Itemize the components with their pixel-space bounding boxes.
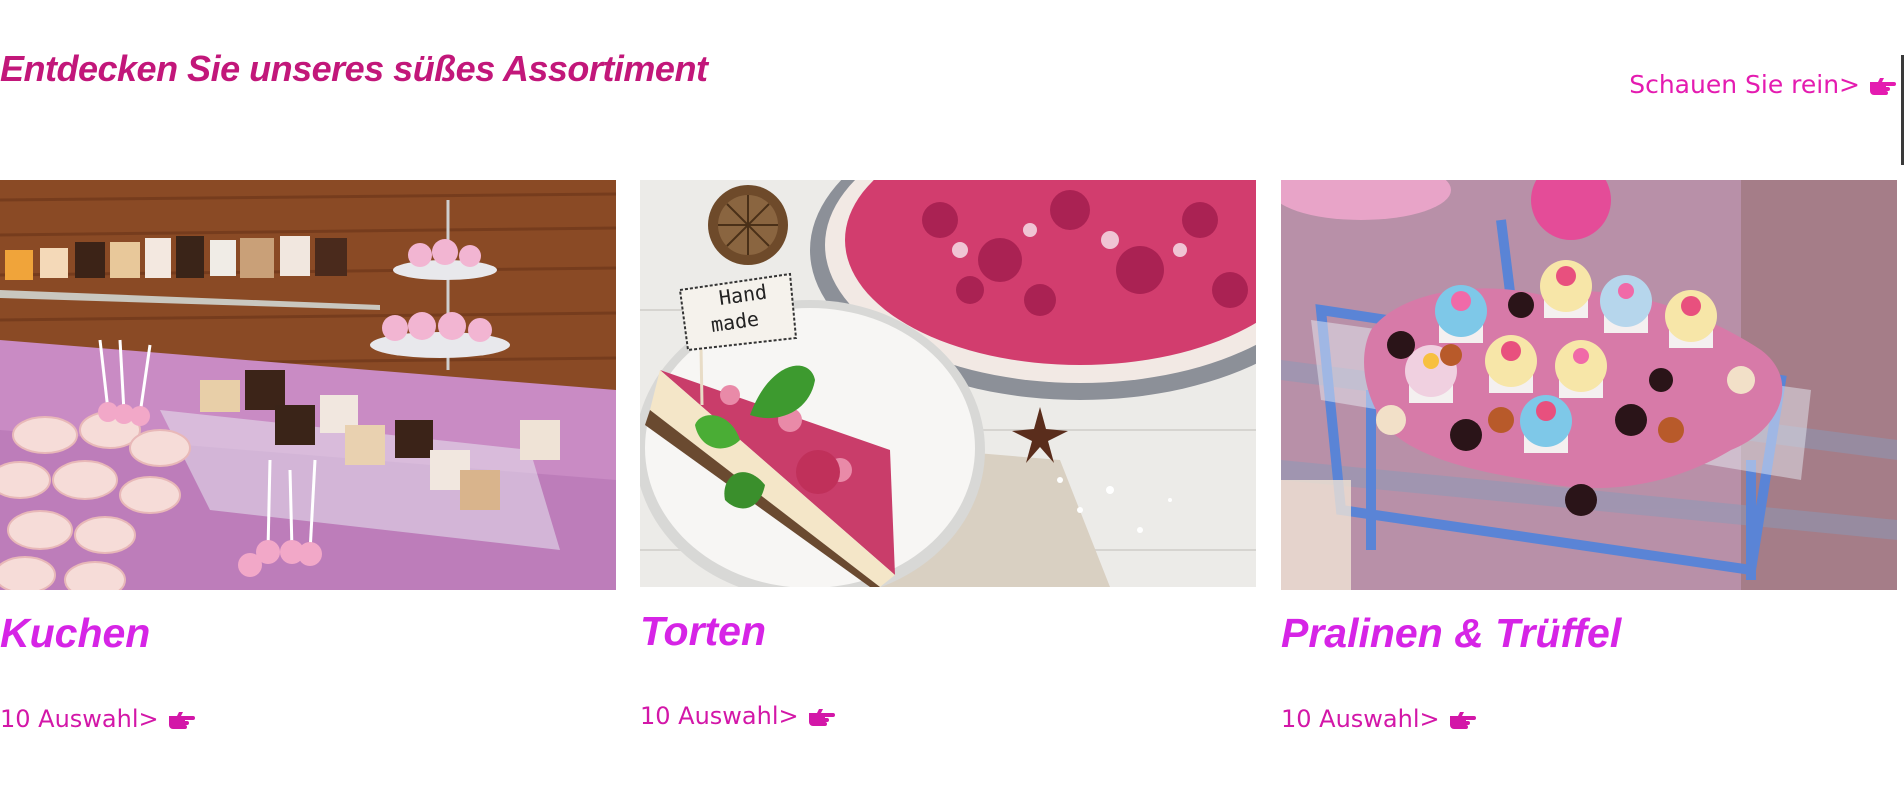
- cupcakes-truffles-image[interactable]: [1281, 180, 1897, 590]
- section-title: Entdecken Sie unseres süßes Assortiment: [0, 48, 708, 89]
- hand-pointing-right-icon: [1449, 712, 1476, 729]
- card-title[interactable]: Kuchen: [0, 610, 150, 657]
- hand-pointing-right-icon: [1870, 77, 1896, 95]
- see-more-label: Schauen Sie rein>: [1629, 70, 1860, 99]
- category-card-pralinen: Pralinen & Trüffel 10 Auswahl>: [1281, 180, 1897, 733]
- see-more-link[interactable]: Schauen Sie rein>: [1629, 70, 1896, 99]
- card-title[interactable]: Torten: [640, 608, 766, 655]
- category-card-torten: Hand made Torten 10 Auswahl>: [640, 180, 1256, 730]
- hand-pointing-right-icon: [808, 709, 835, 726]
- raspberry-cheesecake-image[interactable]: Hand made: [640, 180, 1256, 587]
- card-link-kuchen[interactable]: 10 Auswahl>: [0, 705, 195, 733]
- card-link-label: 10 Auswahl>: [0, 705, 159, 733]
- card-link-pralinen[interactable]: 10 Auswahl>: [1281, 705, 1476, 733]
- card-title[interactable]: Pralinen & Trüffel: [1281, 610, 1621, 657]
- category-card-kuchen: Kuchen 10 Auswahl>: [0, 180, 616, 733]
- dessert-buffet-image[interactable]: [0, 180, 616, 590]
- card-link-label: 10 Auswahl>: [640, 702, 799, 730]
- assortment-section: Entdecken Sie unseres süßes Assortiment …: [0, 0, 1904, 803]
- hand-pointing-right-icon: [168, 712, 195, 729]
- card-link-torten[interactable]: 10 Auswahl>: [640, 702, 835, 730]
- card-link-label: 10 Auswahl>: [1281, 705, 1440, 733]
